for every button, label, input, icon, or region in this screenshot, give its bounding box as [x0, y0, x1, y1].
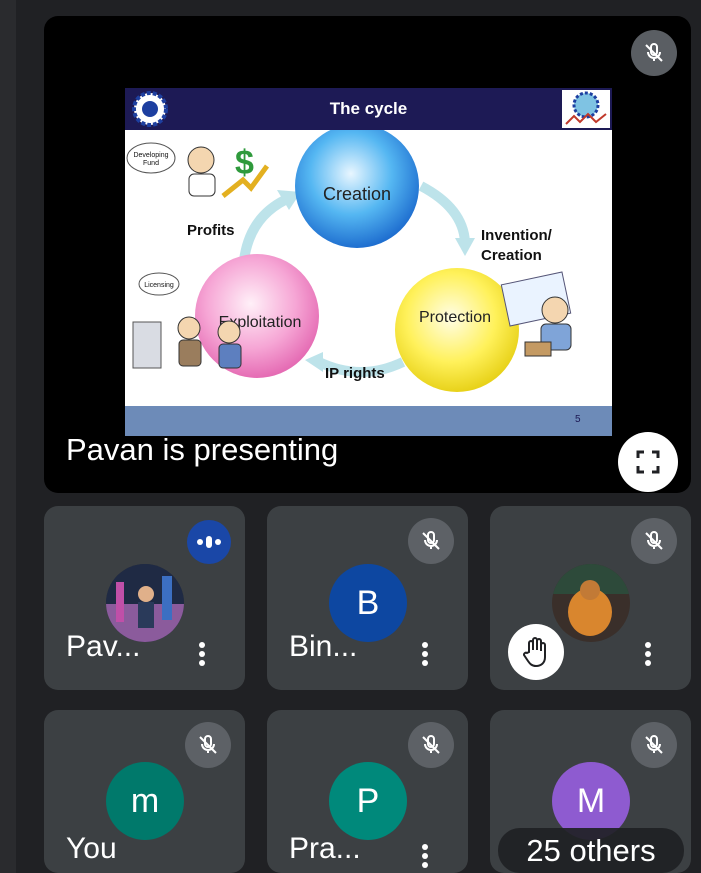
more-options-button[interactable]: [636, 634, 660, 674]
bubble-fund-line1: Developing: [133, 152, 168, 159]
mic-off-icon: [631, 722, 677, 768]
audio-indicator-icon: [187, 520, 231, 564]
left-edge-strip: [0, 0, 16, 873]
shared-slide: The cycle Creation Protection Exploitati…: [125, 88, 612, 436]
more-options-button[interactable]: [190, 634, 214, 674]
label-invention-line1: Invention/: [481, 227, 553, 244]
profits-clipart: $: [187, 144, 270, 198]
participant-tile-5[interactable]: P Pra...: [267, 710, 468, 873]
participant-tile-4[interactable]: m You: [44, 710, 245, 873]
svg-text:$: $: [235, 144, 254, 182]
participant-name: Pav...: [66, 630, 141, 663]
cycle-arrow-creation-protection: [418, 181, 470, 243]
mic-off-icon: [408, 518, 454, 564]
mic-off-icon: [185, 722, 231, 768]
label-ip-rights: IP rights: [325, 365, 385, 382]
avatar: [552, 564, 630, 642]
ip-cycle-diagram: Creation Protection Exploitation Profits…: [126, 130, 572, 392]
more-options-button[interactable]: [413, 634, 437, 674]
avatar: m: [106, 762, 184, 840]
participant-name: You: [66, 832, 117, 865]
slide-title: The cycle: [329, 99, 408, 118]
more-options-button[interactable]: [413, 836, 437, 873]
more-vert-icon: [199, 642, 205, 666]
presenting-label: Pavan is presenting: [66, 432, 339, 467]
avatar: P: [329, 762, 407, 840]
participant-tile-2[interactable]: B Bin...: [267, 506, 468, 690]
bubble-fund-line2: Fund: [143, 160, 159, 167]
fullscreen-button[interactable]: [618, 432, 678, 492]
participant-tile-3[interactable]: [490, 506, 691, 690]
participant-name: Bin...: [289, 630, 358, 663]
more-vert-icon: [422, 844, 428, 868]
more-vert-icon: [645, 642, 651, 666]
label-invention-line2: Creation: [481, 247, 542, 264]
participant-name: Pra...: [289, 832, 361, 865]
slide-page-number: 5: [575, 414, 581, 425]
node-protection: [395, 268, 519, 392]
node-creation-label: Creation: [323, 184, 391, 204]
raised-hand-icon: [508, 624, 564, 680]
bubble-licensing-text: Licensing: [144, 282, 174, 289]
licensing-clipart: [132, 316, 242, 369]
label-profits: Profits: [187, 222, 235, 239]
node-protection-label: Protection: [419, 309, 491, 326]
fullscreen-icon: [636, 450, 660, 474]
participant-tile-1[interactable]: Pav...: [44, 506, 245, 690]
mic-off-icon: [631, 518, 677, 564]
more-participants-button[interactable]: 25 others: [498, 828, 684, 873]
mic-off-icon: [408, 722, 454, 768]
presentation-tile[interactable]: The cycle Creation Protection Exploitati…: [44, 16, 691, 493]
more-vert-icon: [422, 642, 428, 666]
presenter-mic-off-icon: [631, 30, 677, 76]
